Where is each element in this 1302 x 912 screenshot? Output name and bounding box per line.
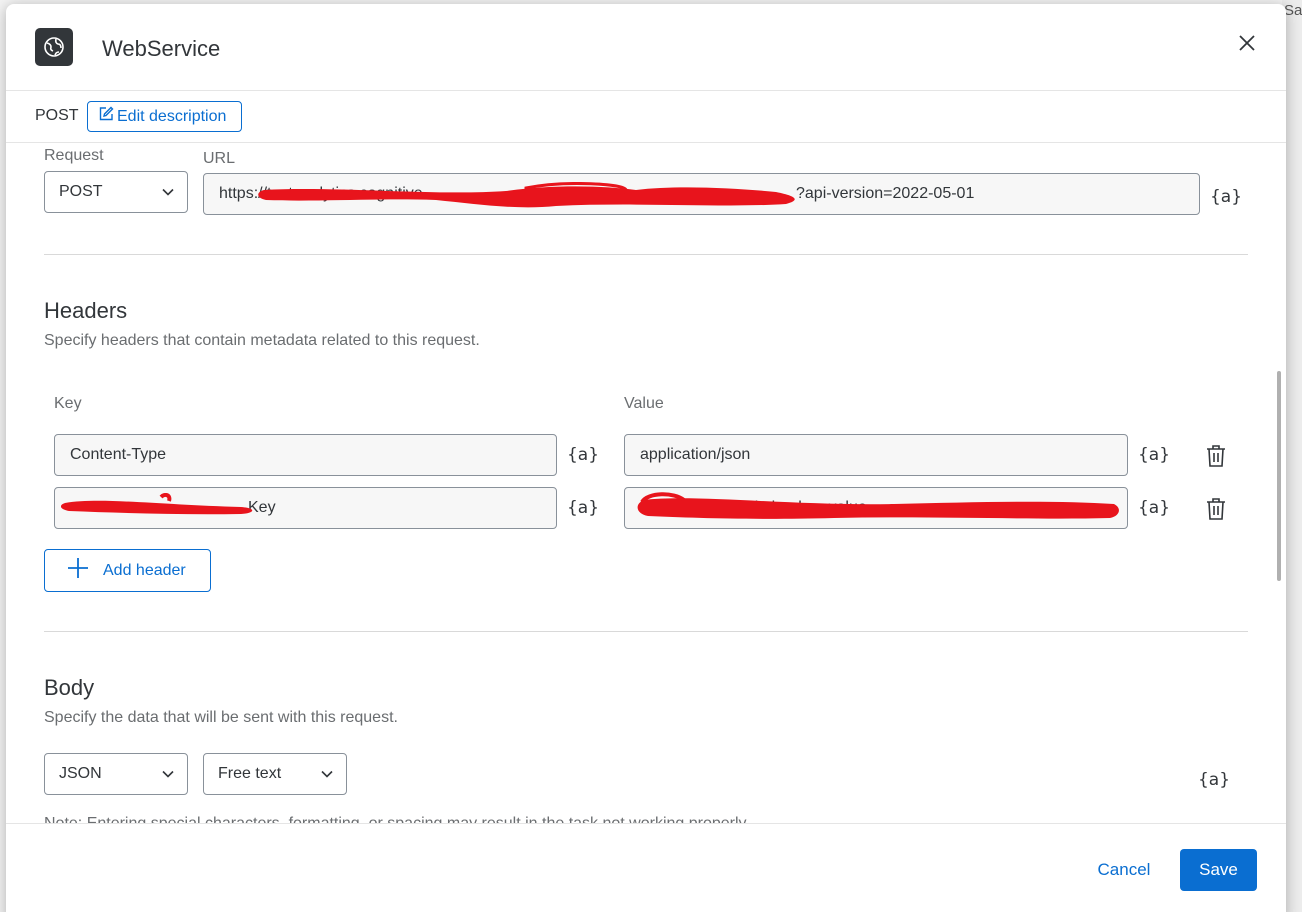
add-header-button[interactable]: Add header (44, 549, 211, 592)
headers-description: Specify headers that contain metadata re… (44, 332, 480, 349)
body-description: Specify the data that will be sent with … (44, 709, 398, 726)
trash-icon[interactable] (1204, 495, 1228, 523)
divider (44, 254, 1248, 255)
key-column-label: Key (54, 395, 82, 412)
dialog-footer: Cancel Save (6, 823, 1286, 912)
edit-description-button[interactable]: Edit description (87, 101, 242, 132)
chevron-down-icon (320, 767, 334, 786)
divider (44, 631, 1248, 632)
header-value-input[interactable]: redacted-subscription-key-value (624, 487, 1128, 529)
header-key-variable-button[interactable]: {a} (567, 441, 599, 469)
chevron-down-icon (161, 185, 175, 204)
headers-title: Headers (44, 298, 128, 323)
dialog-title: WebService (102, 36, 221, 61)
url-suffix: ?api-version=2022-05-01 (796, 185, 975, 202)
save-button[interactable]: Save (1180, 849, 1257, 891)
body-title: Body (44, 675, 95, 700)
header-value-variable-button[interactable]: {a} (1138, 441, 1170, 469)
scrollbar[interactable] (1277, 371, 1281, 581)
edit-icon (98, 106, 114, 127)
body-variable-button[interactable]: {a} (1198, 766, 1230, 794)
dialog-header: WebService (6, 4, 1286, 91)
header-key-input[interactable]: Content-Type (54, 434, 557, 476)
url-prefix: https://textanalytics.cognitive (219, 185, 423, 202)
method-select-value: POST (59, 183, 103, 200)
header-value-input[interactable]: application/json (624, 434, 1128, 476)
header-key-input[interactable]: Key (54, 487, 557, 529)
cancel-button[interactable]: Cancel (1086, 849, 1162, 891)
header-key-variable-button[interactable]: {a} (567, 494, 599, 522)
webservice-dialog: WebService POST Edit description Request… (6, 4, 1286, 912)
dialog-content: Request URL POST https://textanalytics.c… (6, 144, 1286, 824)
url-label: URL (203, 150, 236, 167)
body-mode-select[interactable]: Free text (203, 753, 347, 795)
description-bar: POST Edit description (6, 91, 1286, 143)
trash-icon[interactable] (1204, 442, 1228, 470)
chevron-down-icon (161, 767, 175, 786)
method-label: POST (35, 107, 79, 124)
url-input[interactable]: https://textanalytics.cognitive ?api-ver… (203, 173, 1200, 215)
request-label: Request (44, 147, 104, 164)
plus-icon (67, 557, 89, 584)
body-mode-value: Free text (218, 765, 282, 782)
url-variable-button[interactable]: {a} (1210, 183, 1242, 211)
body-format-select[interactable]: JSON (44, 753, 188, 795)
header-value-variable-button[interactable]: {a} (1138, 494, 1170, 522)
value-column-label: Value (624, 395, 664, 412)
add-header-label: Add header (103, 561, 186, 579)
close-icon[interactable] (1232, 28, 1262, 58)
method-select[interactable]: POST (44, 171, 188, 213)
edit-description-label: Edit description (117, 107, 227, 125)
body-format-value: JSON (59, 765, 102, 782)
background-text: Sa (1284, 2, 1302, 19)
header-key-visible-text: Key (248, 499, 276, 516)
globe-icon (35, 28, 73, 66)
